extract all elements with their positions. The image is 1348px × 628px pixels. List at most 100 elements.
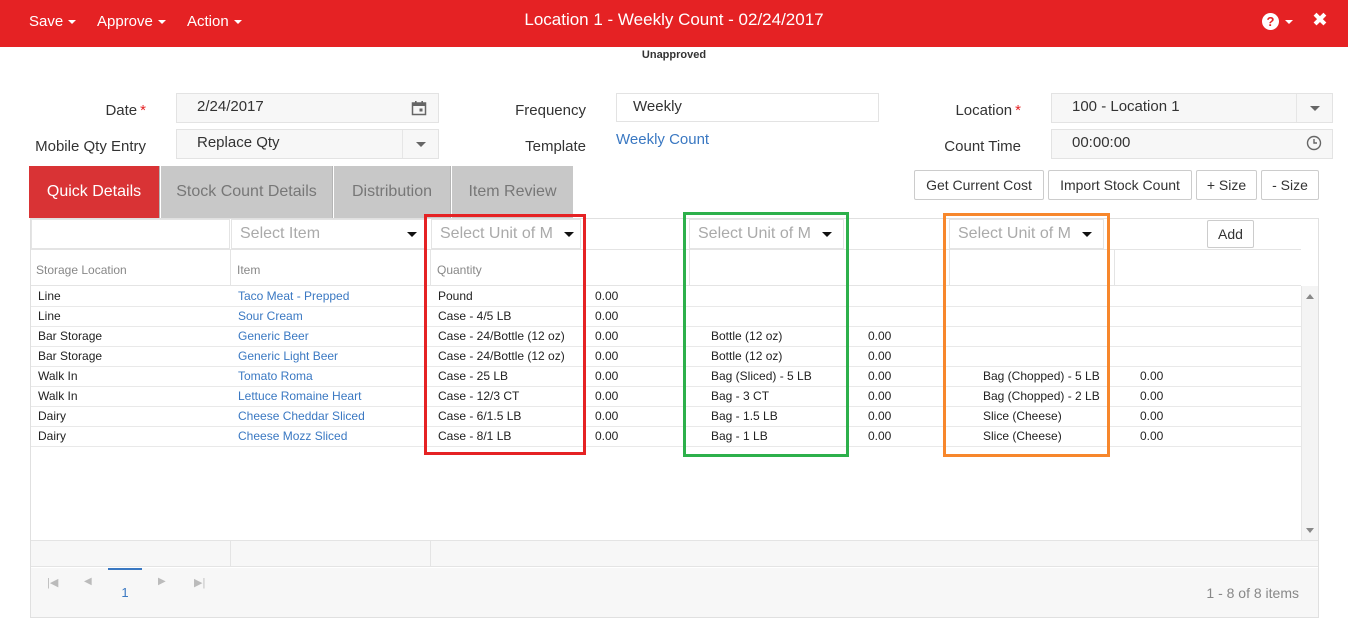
item-header[interactable]: Item (237, 263, 260, 277)
mobile-qty-value: Replace Qty (197, 134, 280, 151)
item-filter-placeholder: Select Item (240, 225, 321, 242)
qty2-cell[interactable]: 0.00 (868, 349, 891, 363)
chevron-down-icon[interactable] (407, 232, 417, 237)
mobile-qty-label: Mobile Qty Entry (35, 138, 146, 155)
frequency-label: Frequency (515, 102, 586, 119)
storage-location-cell: Walk In (38, 369, 78, 383)
item-link[interactable]: Taco Meat - Prepped (238, 289, 349, 303)
storage-filter-input[interactable] (31, 219, 230, 249)
location-select[interactable]: 100 - Location 1 (1051, 93, 1333, 123)
qty3-cell[interactable]: 0.00 (1140, 389, 1163, 403)
import-stock-count-button[interactable]: Import Stock Count (1048, 170, 1192, 200)
template-label: Template (525, 138, 586, 155)
template-link[interactable]: Weekly Count (616, 131, 709, 148)
qty1-cell[interactable]: 0.00 (595, 329, 618, 343)
highlight-box-red (424, 214, 586, 455)
qty3-cell[interactable]: 0.00 (1140, 369, 1163, 383)
table-row[interactable] (31, 287, 1301, 307)
table-row[interactable] (31, 307, 1301, 327)
item-link[interactable]: Cheese Cheddar Sliced (238, 409, 365, 423)
date-field[interactable]: 2/24/2017 (176, 93, 439, 123)
qty1-cell[interactable]: 0.00 (595, 409, 618, 423)
count-time-field[interactable]: 00:00:00 (1051, 129, 1333, 159)
qty1-cell[interactable]: 0.00 (595, 429, 618, 443)
table-row[interactable] (31, 367, 1301, 387)
storage-location-cell: Bar Storage (38, 349, 103, 363)
qty3-cell[interactable]: 0.00 (1140, 429, 1163, 443)
qty1-cell[interactable]: 0.00 (595, 389, 618, 403)
location-label-text: Location (955, 102, 1013, 119)
column-divider (230, 249, 231, 286)
status-label: Unapproved (641, 49, 707, 61)
column-divider (230, 540, 231, 567)
tab-distribution[interactable]: Distribution (334, 166, 451, 218)
vertical-scrollbar[interactable] (1301, 286, 1318, 540)
qty2-cell[interactable]: 0.00 (868, 329, 891, 343)
pager-info: 1 - 8 of 8 items (1206, 585, 1299, 601)
qty1-cell[interactable]: 0.00 (595, 289, 618, 303)
prev-page-icon[interactable]: ◀ (84, 576, 92, 587)
column-divider (430, 540, 431, 567)
mobile-qty-select[interactable]: Replace Qty (176, 129, 439, 159)
qty2-cell[interactable]: 0.00 (868, 429, 891, 443)
table-row[interactable] (31, 347, 1301, 367)
current-page-indicator (108, 568, 142, 570)
item-link[interactable]: Generic Light Beer (238, 349, 338, 363)
location-value: 100 - Location 1 (1072, 98, 1180, 115)
table-row[interactable] (31, 387, 1301, 407)
minus-size-button[interactable]: - Size (1261, 170, 1319, 200)
frequency-field: Weekly (616, 93, 879, 122)
tab-quick-details[interactable]: Quick Details (29, 166, 160, 218)
tab-item-review[interactable]: Item Review (452, 166, 573, 218)
count-time-label: Count Time (944, 138, 1021, 155)
storage-location-header[interactable]: Storage Location (36, 263, 127, 277)
tab-stock-count-details[interactable]: Stock Count Details (161, 166, 333, 218)
current-page[interactable]: 1 (108, 585, 142, 600)
storage-location-cell: Line (38, 309, 61, 323)
item-link[interactable]: Cheese Mozz Sliced (238, 429, 347, 443)
clock-icon[interactable] (1306, 135, 1322, 151)
item-link[interactable]: Lettuce Romaine Heart (238, 389, 361, 403)
table-row[interactable] (31, 407, 1301, 427)
calendar-icon[interactable] (411, 100, 427, 116)
storage-location-cell: Bar Storage (38, 329, 103, 343)
close-icon[interactable]: ✖ (1312, 9, 1328, 32)
qty1-cell[interactable]: 0.00 (595, 369, 618, 383)
last-page-icon[interactable]: ▶| (194, 576, 205, 589)
add-button[interactable]: Add (1207, 220, 1254, 248)
highlight-box-orange (943, 213, 1110, 457)
page-title: Location 1 - Weekly Count - 02/24/2017 (524, 10, 824, 29)
grid-footer-row (31, 540, 1318, 567)
item-link[interactable]: Sour Cream (238, 309, 303, 323)
first-page-icon[interactable]: |◀ (47, 576, 58, 589)
item-filter-select[interactable]: Select Item (231, 219, 425, 249)
column-divider (1114, 249, 1115, 286)
qty2-cell[interactable]: 0.00 (868, 409, 891, 423)
chevron-down-icon[interactable] (1285, 20, 1293, 24)
table-row[interactable] (31, 427, 1301, 447)
count-time-value: 00:00:00 (1072, 134, 1131, 151)
qty1-cell[interactable]: 0.00 (595, 349, 618, 363)
next-page-icon[interactable]: ▶ (158, 576, 166, 587)
location-label: Location * (900, 102, 1021, 119)
qty1-cell[interactable]: 0.00 (595, 309, 618, 323)
scroll-up-icon[interactable] (1306, 294, 1314, 299)
qty3-cell[interactable]: 0.00 (1140, 409, 1163, 423)
date-label-text: Date (105, 102, 138, 119)
help-icon[interactable]: ? (1262, 13, 1279, 30)
mobile-qty-dropdown-button[interactable] (402, 130, 438, 158)
item-link[interactable]: Generic Beer (238, 329, 309, 343)
qty2-cell[interactable]: 0.00 (868, 369, 891, 383)
highlight-box-green (683, 212, 849, 457)
plus-size-button[interactable]: + Size (1196, 170, 1257, 200)
table-row[interactable] (31, 327, 1301, 347)
item-link[interactable]: Tomato Roma (238, 369, 313, 383)
required-mark: * (1015, 102, 1021, 119)
row-divider (31, 446, 1301, 447)
get-current-cost-button[interactable]: Get Current Cost (914, 170, 1044, 200)
top-bar: Save Approve Action Location 1 - Weekly … (0, 0, 1348, 47)
storage-location-cell: Dairy (38, 409, 67, 423)
scroll-down-icon[interactable] (1306, 528, 1314, 533)
qty2-cell[interactable]: 0.00 (868, 389, 891, 403)
location-dropdown-button[interactable] (1296, 94, 1332, 122)
